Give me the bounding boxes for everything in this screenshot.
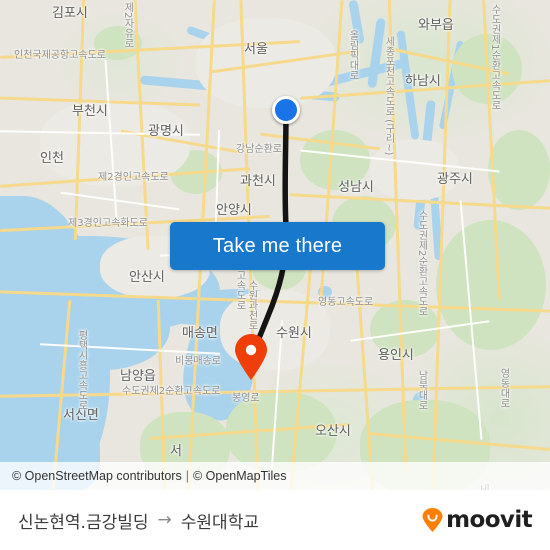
destination-marker[interactable] — [234, 334, 268, 380]
moovit-pin-icon — [422, 508, 443, 532]
map-canvas[interactable]: 서울 김포시 부천시 인천 광명시 과천시 안양시 성남시 광주시 하남시 와부읍 안산시 남양읍 서신면… — [0, 0, 550, 490]
destination-label: 수원대학교 — [180, 512, 259, 533]
moovit-logo[interactable]: moovit — [421, 507, 533, 533]
osm-attribution-link[interactable]: © OpenStreetMap contributors — [12, 469, 182, 483]
map-attribution: © OpenStreetMap contributors | © OpenMap… — [0, 462, 550, 490]
moovit-route-card: 서울 김포시 부천시 인천 광명시 과천시 안양시 성남시 광주시 하남시 와부읍 안산시 남양읍 서신면… — [0, 0, 550, 550]
arrow-right-icon: → — [157, 510, 172, 530]
attribution-separator: | — [185, 469, 189, 483]
origin-marker[interactable] — [272, 96, 300, 124]
moovit-wordmark: moovit — [446, 507, 532, 533]
origin-label: 신논현역.금강빌딩 — [18, 512, 149, 533]
map-pin-icon — [235, 334, 267, 380]
openmaptiles-attribution-link[interactable]: © OpenMapTiles — [193, 469, 287, 483]
take-me-there-button[interactable]: Take me there — [170, 222, 385, 270]
footer-bar: 신논현역.금강빌딩 → 수원대학교 moovit — [0, 490, 550, 550]
route-caption: 신논현역.금강빌딩 → 수원대학교 — [18, 508, 259, 533]
